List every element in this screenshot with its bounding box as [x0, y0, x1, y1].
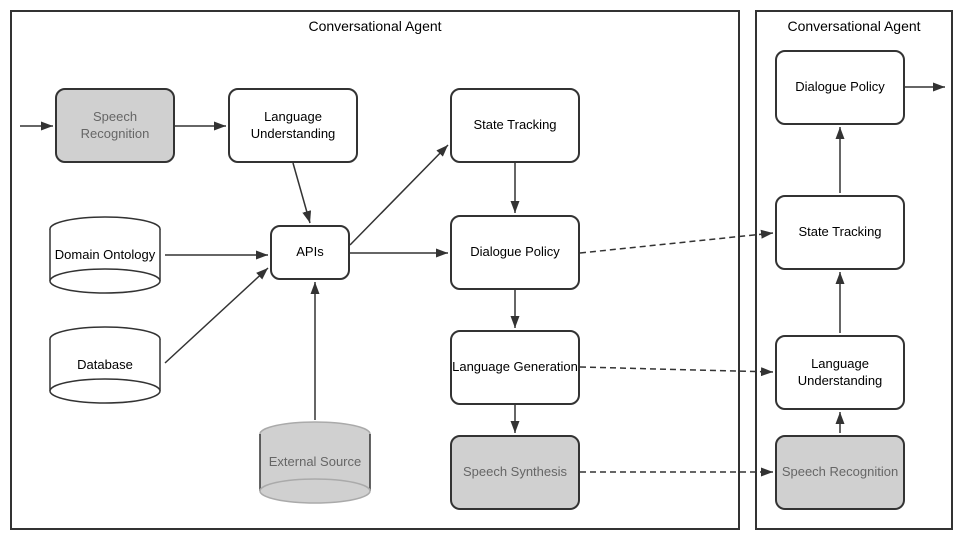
external-source: External Source — [255, 420, 375, 505]
language-understanding: Language Understanding — [228, 88, 358, 163]
external-source-label: External Source — [269, 454, 362, 471]
state-tracking-right: State Tracking — [775, 195, 905, 270]
database-label: Database — [77, 357, 133, 374]
speech-recognition-left: Speech Recognition — [55, 88, 175, 163]
language-generation: Language Generation — [450, 330, 580, 405]
left-container-label: Conversational Agent — [304, 18, 445, 34]
apis: APIs — [270, 225, 350, 280]
right-container-label: Conversational Agent — [783, 18, 924, 34]
diagram: Conversational Agent Conversational Agen… — [0, 0, 960, 540]
speech-recognition-right: Speech Recognition — [775, 435, 905, 510]
domain-ontology: Domain Ontology — [45, 215, 165, 295]
state-tracking-left: State Tracking — [450, 88, 580, 163]
database: Database — [45, 325, 165, 405]
language-understanding-right: Language Understanding — [775, 335, 905, 410]
domain-ontology-label: Domain Ontology — [55, 247, 155, 264]
dialogue-policy-left: Dialogue Policy — [450, 215, 580, 290]
dialogue-policy-right: Dialogue Policy — [775, 50, 905, 125]
speech-synthesis: Speech Synthesis — [450, 435, 580, 510]
